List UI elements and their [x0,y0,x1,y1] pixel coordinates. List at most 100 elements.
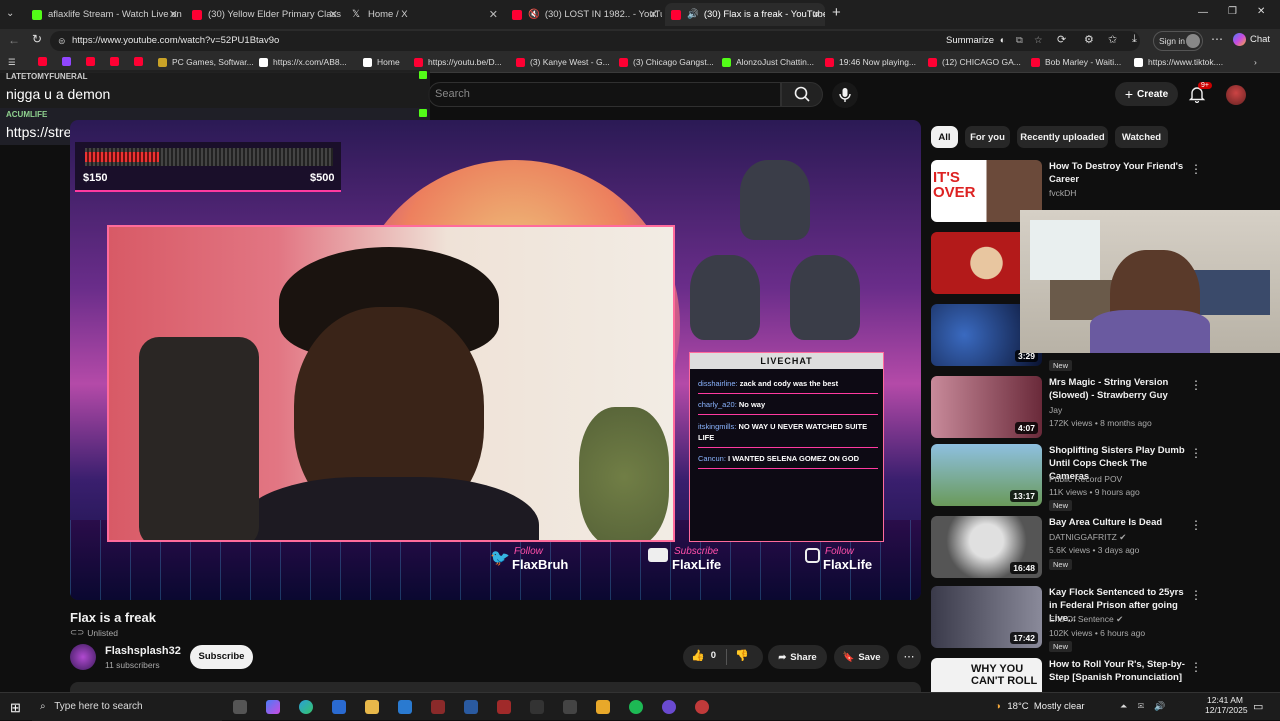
bookmark-item[interactable] [62,57,76,66]
chip-all[interactable]: All [931,126,958,148]
more-options-icon[interactable]: ⋮ [1190,588,1202,602]
app-icon[interactable] [464,700,478,714]
bookmark-item[interactable] [38,57,52,66]
reload-icon[interactable]: ↻ [32,32,42,46]
bookmark-item[interactable]: Home [363,57,400,67]
recommendation-channel[interactable]: fvckDH [1049,188,1076,198]
settings-tools-icon[interactable]: ⚙ [1084,33,1094,46]
channel-avatar[interactable] [70,644,96,670]
channel-name[interactable]: Flashsplash32 [105,645,181,657]
speaker-tab-icon[interactable]: 🔊 [687,9,699,20]
video-thumbnail[interactable]: 16:48 [931,516,1042,578]
extensions-icon[interactable]: ⟳ [1057,33,1066,46]
windows-start-icon[interactable]: ⊞ [10,700,21,716]
summarize-button[interactable]: Summarize ◐ [946,31,1005,51]
more-options-icon[interactable]: ⋮ [1190,446,1202,460]
more-menu-icon[interactable]: ⋯ [1211,32,1223,46]
browser-tab[interactable]: 🔇 (30) LOST IN 1982.. - YouTub ✕ [506,3,662,26]
more-options-icon[interactable]: ⋮ [1190,518,1202,532]
close-tab-icon[interactable]: ✕ [169,8,178,21]
like-button[interactable]: 👍 0 [691,649,716,662]
signin-button[interactable]: Sign in [1153,31,1203,51]
search-input[interactable]: Search [428,82,781,107]
account-avatar[interactable] [1226,85,1246,105]
restore-button[interactable]: ❐ [1228,6,1237,17]
bookmarks-menu-icon[interactable]: ☰ [8,57,16,68]
notification-center-icon[interactable]: ▭ [1253,700,1263,713]
chip-recently-uploaded[interactable]: Recently uploaded [1017,126,1108,148]
share-button[interactable]: ➦ Share [768,645,827,669]
close-window-button[interactable]: ✕ [1257,6,1265,17]
favorites-icon[interactable]: ✩ [1108,33,1117,46]
mail-icon[interactable] [398,700,412,714]
more-options-icon[interactable]: ⋮ [1190,378,1202,392]
taskbar-search[interactable]: ⌕ Type here to search [32,693,222,721]
app-icon[interactable] [530,700,544,714]
bookmarks-overflow-icon[interactable]: › [1254,57,1257,67]
clock[interactable]: 12:41 AM 12/17/2025 [1205,695,1248,715]
video-thumbnail[interactable]: 4:07 [931,376,1042,438]
create-button[interactable]: + Create [1115,82,1178,106]
app-icon[interactable] [431,700,445,714]
mute-tab-icon[interactable]: 🔇 [528,9,540,20]
app-icon[interactable] [497,700,511,714]
video-player[interactable]: $150 $500 LIVECHAT disshairline: zack an… [70,120,921,600]
close-tab-icon[interactable]: ✕ [812,8,821,21]
favorite-star-icon[interactable]: ☆ [1034,31,1043,51]
app-icon[interactable] [695,700,709,714]
chip-watched[interactable]: Watched [1115,126,1168,148]
app-icon[interactable] [662,700,676,714]
browser-tab[interactable]: aflaxlife Stream - Watch Live on Ki ✕ [26,3,182,26]
close-tab-icon[interactable]: ✕ [329,8,338,21]
tray-icons[interactable]: ⏶ ✉ 🔊 [1120,701,1170,712]
search-button[interactable] [781,82,823,107]
close-tab-icon[interactable]: ✕ [649,8,658,21]
recommendation-channel[interactable]: Public Record POV [1049,474,1122,484]
spotify-icon[interactable] [629,700,643,714]
browser-tab-active[interactable]: 🔊 (30) Flax is a freak - YouTube ✕ [665,3,825,26]
bookmark-item[interactable]: (3) Kanye West - G... [516,57,610,67]
copilot-icon[interactable] [266,700,280,714]
file-explorer-icon[interactable] [365,700,379,714]
more-actions-button[interactable]: ⋯ [897,645,921,669]
recommendation-item[interactable]: WHY YOU CAN'T ROLL How to Roll Your R's,… [931,658,1276,692]
recommendation-item[interactable]: 13:17 Shoplifting Sisters Play Dumb Unti… [931,444,1276,511]
bookmark-item[interactable]: AlonzoJust Chattin... [722,57,814,67]
close-tab-icon[interactable]: ✕ [489,8,498,21]
bookmark-item[interactable]: https://www.tiktok.... [1134,57,1223,67]
downloads-icon[interactable]: ⤓ [1132,33,1137,46]
recommendation-title[interactable]: Mrs Magic - String Version (Slowed) - St… [1049,376,1189,402]
bookmark-item[interactable]: 19:46 Now playing... [825,57,916,67]
edge-icon[interactable] [299,700,313,714]
bookmark-item[interactable] [134,57,148,66]
more-options-icon[interactable]: ⋮ [1190,660,1202,674]
bookmark-item[interactable]: https://x.com/AB8... [259,57,347,67]
bookmark-item[interactable]: PC Games, Softwar... [158,57,254,67]
app-icon[interactable] [563,700,577,714]
site-info-icon[interactable]: ⊜ [58,31,66,51]
recommendation-title[interactable]: Bay Area Culture Is Dead [1049,516,1189,529]
back-icon[interactable]: ← [8,33,20,47]
store-icon[interactable] [332,700,346,714]
app-icon[interactable] [596,700,610,714]
bookmark-item[interactable]: (12) CHICAGO GA... [928,57,1021,67]
video-thumbnail[interactable]: 17:42 [931,586,1042,648]
split-screen-icon[interactable]: ⧉ [1016,31,1023,51]
recommendation-channel[interactable]: Jay [1049,405,1062,415]
browser-tab[interactable]: (30) Yellow Elder Primary Class of ✕ [186,3,342,26]
recommendation-item[interactable]: 16:48 Bay Area Culture Is Dead DATNIGGAF… [931,516,1276,582]
chip-for-you[interactable]: For you [965,126,1010,148]
task-view-icon[interactable] [233,700,247,714]
copilot-chat-button[interactable]: Chat [1233,33,1270,46]
tab-list-button[interactable]: ⌄ [6,8,14,19]
video-thumbnail[interactable]: 13:17 [931,444,1042,506]
bookmark-item[interactable] [86,57,100,66]
recommendation-item[interactable]: 4:07 Mrs Magic - String Version (Slowed)… [931,376,1276,442]
recommendation-item[interactable]: 17:42 Kay Flock Sentenced to 25yrs in Fe… [931,586,1276,652]
minimize-button[interactable]: — [1198,7,1208,18]
dislike-button[interactable]: 👎 [735,649,749,662]
recommendation-title[interactable]: How To Destroy Your Friend's Career [1049,160,1189,186]
voice-search-button[interactable] [832,82,858,108]
recommendation-channel[interactable]: End Of Sentence ✔ [1049,614,1123,625]
weather-widget[interactable]: ◑ 18°C Mostly clear [995,701,1085,712]
